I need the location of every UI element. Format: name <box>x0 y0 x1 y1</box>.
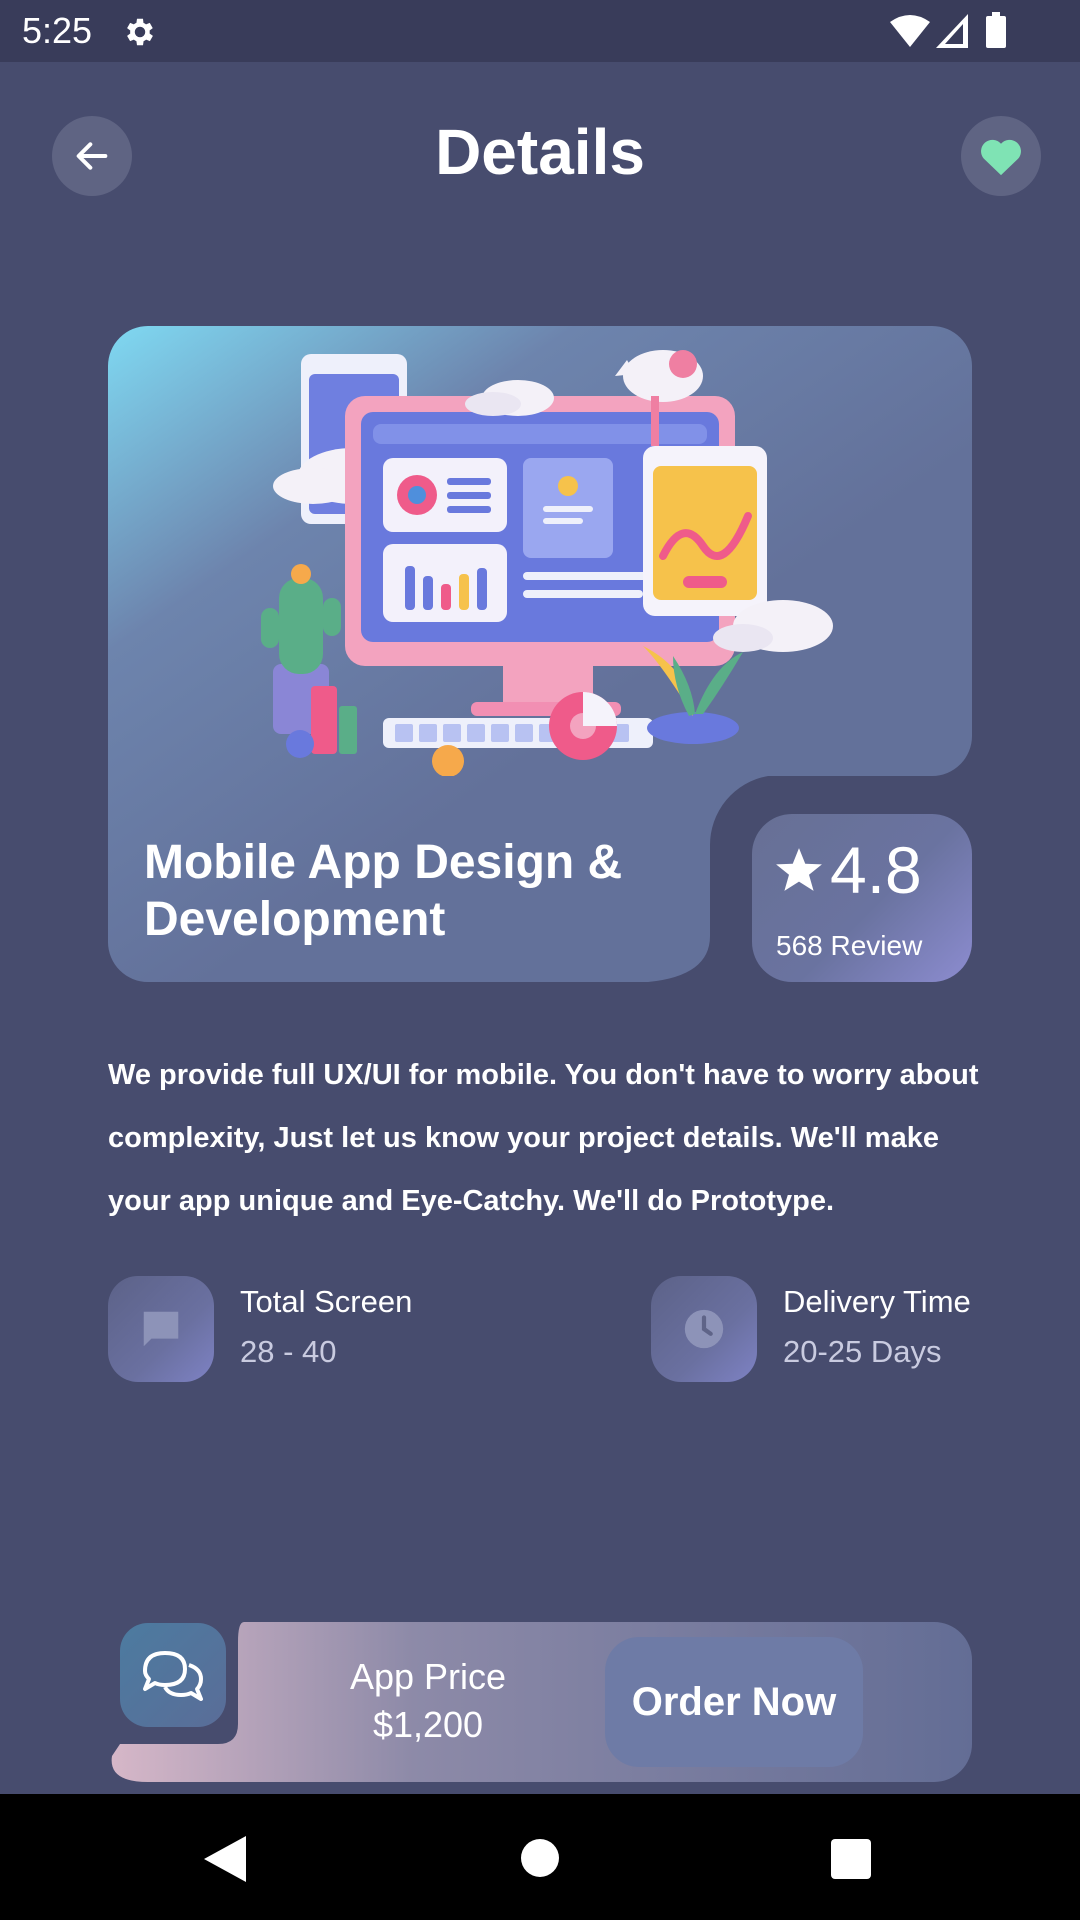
system-nav-bar <box>0 1794 1080 1920</box>
chat-bubble-icon <box>143 1311 179 1347</box>
delivery-time-info: Delivery Time 20-25 Days <box>651 1276 981 1382</box>
battery-icon <box>986 12 1006 48</box>
total-screen-label: Total Screen <box>240 1284 413 1319</box>
status-time: 5:25 <box>22 10 93 51</box>
signal-icon <box>936 14 968 48</box>
favorite-button[interactable] <box>961 116 1041 196</box>
heart-icon <box>981 139 1021 176</box>
home-nav-icon[interactable] <box>521 1839 559 1877</box>
review-count: 568 Review <box>776 930 923 961</box>
rating-badge: 4.8 568 Review <box>752 814 972 982</box>
total-screen-info: Total Screen 28 - 40 <box>108 1276 448 1382</box>
desktop-illustration <box>261 350 833 776</box>
total-screen-icon-box <box>108 1276 214 1382</box>
delivery-time-icon-box <box>651 1276 757 1382</box>
total-screen-value: 28 - 40 <box>240 1334 337 1369</box>
order-bar: App Price $1,200 Order Now <box>108 1622 972 1782</box>
wifi-icon <box>890 15 930 47</box>
price-label: App Price <box>349 1656 507 1697</box>
recents-nav-icon[interactable] <box>831 1839 871 1879</box>
chat-button[interactable] <box>120 1623 226 1727</box>
page-title: Details <box>435 116 645 188</box>
back-nav-icon[interactable] <box>204 1836 246 1882</box>
service-title: Mobile App Design & Development <box>144 836 623 946</box>
star-icon <box>776 848 822 891</box>
price-value: $1,200 <box>372 1704 484 1745</box>
gear-icon <box>127 18 153 46</box>
order-now-button[interactable]: Order Now <box>605 1637 863 1767</box>
delivery-time-value: 20-25 Days <box>783 1334 942 1369</box>
chat-icon <box>143 1651 203 1701</box>
clock-icon <box>684 1309 724 1349</box>
service-card: Mobile App Design & Development 4.8 568 … <box>108 326 972 982</box>
status-bar: 5:25 <box>0 0 1080 62</box>
service-description: We provide full UX/UI for mobile. You do… <box>108 1059 979 1217</box>
delivery-time-label: Delivery Time <box>783 1284 971 1319</box>
rating-value: 4.8 <box>830 833 922 907</box>
